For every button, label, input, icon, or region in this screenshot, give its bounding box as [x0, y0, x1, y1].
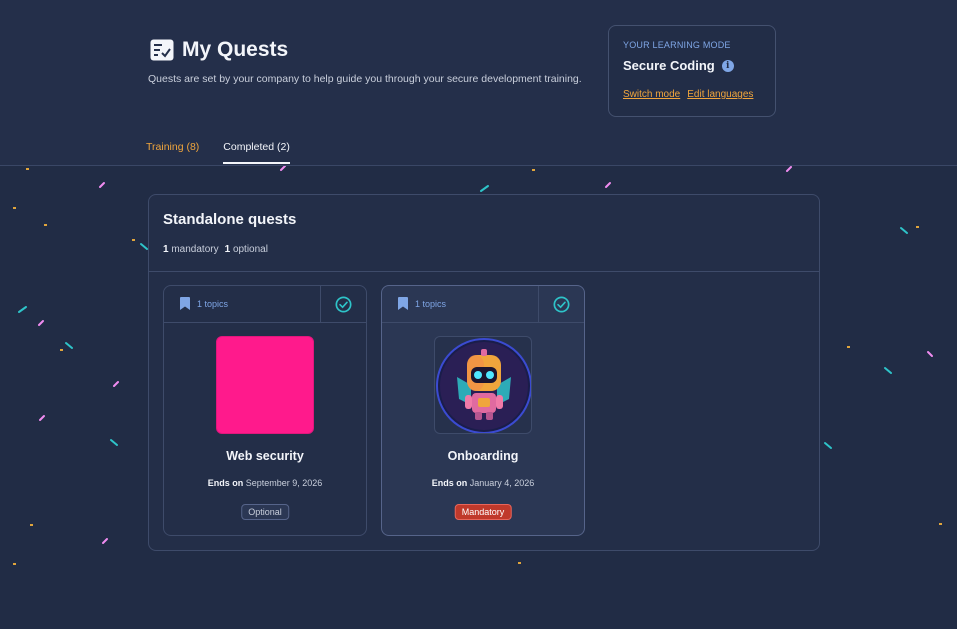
learning-mode-card: YOUR LEARNING MODE Secure Coding i Switc…	[608, 25, 776, 117]
quest-thumbnail	[434, 336, 532, 434]
robot-avatar-icon	[436, 338, 531, 433]
panel-header: Standalone quests 1 mandatory 1 optional	[149, 195, 819, 272]
learning-mode-label: YOUR LEARNING MODE	[623, 40, 731, 50]
check-circle-icon	[553, 296, 570, 313]
card-header: 1 topics	[382, 286, 584, 323]
learning-mode-name: Secure Coding	[623, 58, 715, 73]
card-topics: 1 topics	[398, 297, 446, 310]
edit-languages-link[interactable]: Edit languages	[687, 89, 753, 100]
tab-completed[interactable]: Completed (2)	[223, 141, 290, 164]
title-row: My Quests	[150, 38, 288, 62]
quest-end-date: Ends on January 4, 2026	[431, 478, 535, 488]
page-subtitle: Quests are set by your company to help g…	[148, 73, 582, 85]
mandatory-badge: Mandatory	[454, 504, 512, 520]
quest-name: Onboarding	[447, 449, 519, 463]
card-topics: 1 topics	[180, 297, 228, 310]
quest-card-web-security[interactable]: 1 topics Web security Ends on September …	[163, 285, 367, 536]
quest-end-date: Ends on September 9, 2026	[207, 478, 323, 488]
completed-status	[320, 286, 366, 323]
topics-label: 1 topics	[415, 298, 447, 309]
bookmark-icon	[398, 297, 408, 310]
quest-thumbnail	[216, 336, 314, 434]
panel-title: Standalone quests	[163, 211, 297, 228]
quest-tabs: Training (8) Completed (2)	[146, 141, 290, 164]
page-title: My Quests	[182, 38, 289, 61]
completed-status	[538, 286, 584, 323]
quest-counts: 1 mandatory 1 optional	[163, 244, 268, 255]
learning-mode-links: Switch mode Edit languages	[623, 89, 753, 100]
card-header: 1 topics	[164, 286, 366, 323]
topics-label: 1 topics	[197, 298, 229, 309]
tab-training[interactable]: Training (8)	[146, 141, 199, 164]
info-icon[interactable]: i	[721, 59, 734, 72]
mandatory-count: 1 mandatory	[163, 244, 219, 255]
quest-name: Web security	[226, 449, 304, 463]
switch-mode-link[interactable]: Switch mode	[623, 89, 680, 100]
quest-card-onboarding[interactable]: 1 topics Onboarding Ends on January 4, 2…	[381, 285, 585, 536]
learning-mode-value: Secure Coding i	[623, 58, 734, 73]
page-header: My Quests Quests are set by your company…	[0, 0, 957, 166]
checklist-icon	[150, 39, 174, 61]
optional-badge: Optional	[241, 504, 289, 520]
bookmark-icon	[180, 297, 190, 310]
optional-count: 1 optional	[224, 244, 268, 255]
check-circle-icon	[335, 296, 352, 313]
